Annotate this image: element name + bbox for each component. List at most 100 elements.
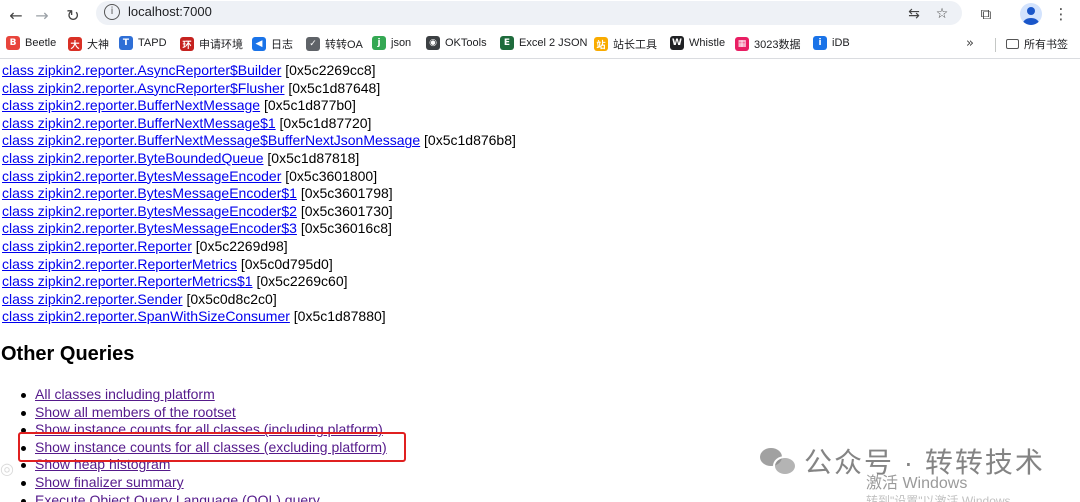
more-vertical-icon[interactable]: ⋮ bbox=[1050, 3, 1072, 25]
class-row: class zipkin2.reporter.BytesMessageEncod… bbox=[2, 168, 516, 186]
class-link[interactable]: class zipkin2.reporter.BufferNextMessage bbox=[2, 97, 260, 113]
bookmark-favicon-icon: 大 bbox=[68, 37, 82, 51]
class-row: class zipkin2.reporter.ReporterMetrics$1… bbox=[2, 273, 516, 291]
bookmark-favicon-icon: ✓ bbox=[306, 37, 320, 51]
all-bookmarks-folder[interactable]: 所有书签 bbox=[1006, 36, 1068, 52]
puzzle-icon[interactable]: ⧉ bbox=[975, 3, 997, 25]
translate-icon[interactable]: ⇆ bbox=[904, 4, 924, 24]
bookmark-favicon-icon: ◉ bbox=[426, 36, 440, 50]
bookmark-label: TAPD bbox=[138, 37, 167, 49]
query-list-item: Show finalizer summary bbox=[20, 474, 387, 492]
back-button[interactable]: ← bbox=[4, 3, 28, 27]
class-link[interactable]: class zipkin2.reporter.BufferNextMessage… bbox=[2, 132, 420, 148]
class-row: class zipkin2.reporter.ByteBoundedQueue … bbox=[2, 150, 516, 168]
class-address: [0x5c1d87720] bbox=[279, 114, 372, 131]
class-row: class zipkin2.reporter.ReporterMetrics [… bbox=[2, 256, 516, 274]
class-address: [0x5c36016c8] bbox=[300, 220, 392, 237]
class-address: [0x5c2269cc8] bbox=[285, 62, 376, 78]
bookmark-item[interactable]: W Whistle bbox=[670, 36, 725, 50]
bookmark-item[interactable]: j json bbox=[372, 36, 411, 50]
bookmarks-divider bbox=[995, 38, 996, 52]
class-row: class zipkin2.reporter.BufferNextMessage… bbox=[2, 115, 516, 133]
bookmark-item[interactable]: 大大神 bbox=[68, 36, 109, 52]
class-address: [0x5c2269d98] bbox=[195, 237, 288, 254]
class-link[interactable]: class zipkin2.reporter.BytesMessageEncod… bbox=[2, 168, 281, 184]
class-link[interactable]: class zipkin2.reporter.BytesMessageEncod… bbox=[2, 220, 297, 236]
class-link[interactable]: class zipkin2.reporter.SpanWithSizeConsu… bbox=[2, 308, 290, 324]
class-row: class zipkin2.reporter.AsyncReporter$Flu… bbox=[2, 80, 516, 98]
bookmark-favicon-icon: ▦ bbox=[735, 37, 749, 51]
page-content: class zipkin2.reporter.AsyncReporter$Bui… bbox=[0, 59, 1080, 502]
bookmark-item[interactable]: ▦ 3023数据 bbox=[735, 36, 800, 52]
class-row: class zipkin2.reporter.Sender [0x5c0d8c2… bbox=[2, 291, 516, 309]
class-link[interactable]: class zipkin2.reporter.Reporter bbox=[2, 238, 192, 254]
query-link[interactable]: Execute Object Query Language (OQL) quer… bbox=[35, 492, 320, 502]
bookmark-label: Beetle bbox=[25, 37, 57, 49]
bookmark-item[interactable]: 环申请环境 bbox=[180, 36, 243, 52]
class-link[interactable]: class zipkin2.reporter.AsyncReporter$Flu… bbox=[2, 80, 284, 96]
class-link[interactable]: class zipkin2.reporter.BytesMessageEncod… bbox=[2, 185, 297, 201]
star-icon[interactable]: ☆ bbox=[932, 4, 952, 24]
bookmarks-overflow-button[interactable]: » bbox=[966, 36, 974, 51]
address-bar[interactable]: i localhost:7000 ⇆ ☆ bbox=[96, 1, 962, 25]
class-link[interactable]: class zipkin2.reporter.AsyncReporter$Bui… bbox=[2, 62, 281, 78]
bookmark-item[interactable]: ✓ 转转OA bbox=[306, 36, 363, 52]
wechat-icon bbox=[760, 446, 797, 476]
bookmark-label: 日志 bbox=[271, 39, 293, 51]
class-address: [0x5c1d87880] bbox=[293, 308, 386, 325]
class-address: [0x5c0d795d0] bbox=[240, 255, 333, 272]
query-link[interactable]: Show all members of the rootset bbox=[35, 404, 236, 420]
class-list: class zipkin2.reporter.AsyncReporter$Bui… bbox=[2, 62, 516, 326]
class-address: [0x5c1d876b8] bbox=[424, 132, 516, 149]
bookmark-item[interactable]: B Beetle bbox=[6, 36, 56, 50]
class-link[interactable]: class zipkin2.reporter.BufferNextMessage… bbox=[2, 115, 276, 131]
arrow-left-icon: ← bbox=[9, 5, 23, 25]
class-link[interactable]: class zipkin2.reporter.ByteBoundedQueue bbox=[2, 150, 264, 166]
class-address: [0x5c3601798] bbox=[300, 185, 393, 202]
info-icon[interactable]: i bbox=[104, 4, 120, 20]
bookmark-item[interactable]: i iDB bbox=[813, 36, 850, 50]
bookmark-favicon-icon: 环 bbox=[180, 37, 194, 51]
class-link[interactable]: class zipkin2.reporter.ReporterMetrics bbox=[2, 256, 237, 272]
reload-button[interactable]: ↻ bbox=[61, 3, 85, 27]
windows-activation-title: 激活 Windows bbox=[866, 475, 968, 492]
class-address: [0x5c0d8c2c0] bbox=[186, 290, 277, 307]
bookmark-label: 转转OA bbox=[325, 39, 363, 51]
address-bar-url[interactable]: localhost:7000 bbox=[128, 4, 212, 19]
bookmark-label: json bbox=[391, 37, 412, 49]
bookmark-favicon-icon: i bbox=[813, 36, 827, 50]
all-bookmarks-label: 所有书签 bbox=[1024, 39, 1068, 51]
bookmark-favicon-icon: T bbox=[119, 36, 133, 50]
bookmark-favicon-icon: j bbox=[372, 36, 386, 50]
class-address: [0x5c1d877b0] bbox=[263, 97, 356, 114]
arrow-right-icon: → bbox=[35, 5, 49, 25]
class-row: class zipkin2.reporter.BufferNextMessage… bbox=[2, 97, 516, 115]
bookmark-item[interactable]: 站站长工具 bbox=[594, 36, 657, 52]
bookmark-item[interactable]: T TAPD bbox=[119, 36, 167, 50]
bookmark-label: Excel 2 JSON bbox=[519, 37, 588, 49]
bookmark-favicon-icon: W bbox=[670, 36, 684, 50]
other-queries-heading: Other Queries bbox=[1, 343, 135, 365]
bookmark-favicon-icon: 站 bbox=[594, 37, 608, 51]
class-address: [0x5c1d87648] bbox=[288, 79, 381, 96]
query-link[interactable]: All classes including platform bbox=[35, 386, 215, 402]
class-row: class zipkin2.reporter.BytesMessageEncod… bbox=[2, 220, 516, 238]
bookmark-item[interactable]: ◀ 日志 bbox=[252, 36, 293, 52]
class-row: class zipkin2.reporter.Reporter [0x5c226… bbox=[2, 238, 516, 256]
bookmark-label: 申请环境 bbox=[199, 39, 243, 51]
bookmark-item[interactable]: E Excel 2 JSON bbox=[500, 36, 587, 50]
class-row: class zipkin2.reporter.SpanWithSizeConsu… bbox=[2, 308, 516, 326]
class-address: [0x5c3601800] bbox=[285, 167, 378, 184]
class-link[interactable]: class zipkin2.reporter.ReporterMetrics$1 bbox=[2, 273, 253, 289]
class-row: class zipkin2.reporter.BufferNextMessage… bbox=[2, 132, 516, 150]
forward-button[interactable]: → bbox=[30, 3, 54, 27]
highlight-annotation bbox=[18, 432, 406, 462]
profile-icon[interactable] bbox=[1020, 3, 1042, 25]
class-row: class zipkin2.reporter.BytesMessageEncod… bbox=[2, 185, 516, 203]
windows-activation-hint: 转到"设置"以激活 Windows。 bbox=[866, 494, 1023, 502]
folder-icon bbox=[1006, 39, 1019, 49]
query-link[interactable]: Show finalizer summary bbox=[35, 474, 184, 490]
class-link[interactable]: class zipkin2.reporter.BytesMessageEncod… bbox=[2, 203, 297, 219]
class-link[interactable]: class zipkin2.reporter.Sender bbox=[2, 291, 183, 307]
bookmark-item[interactable]: ◉ OKTools bbox=[426, 36, 487, 50]
